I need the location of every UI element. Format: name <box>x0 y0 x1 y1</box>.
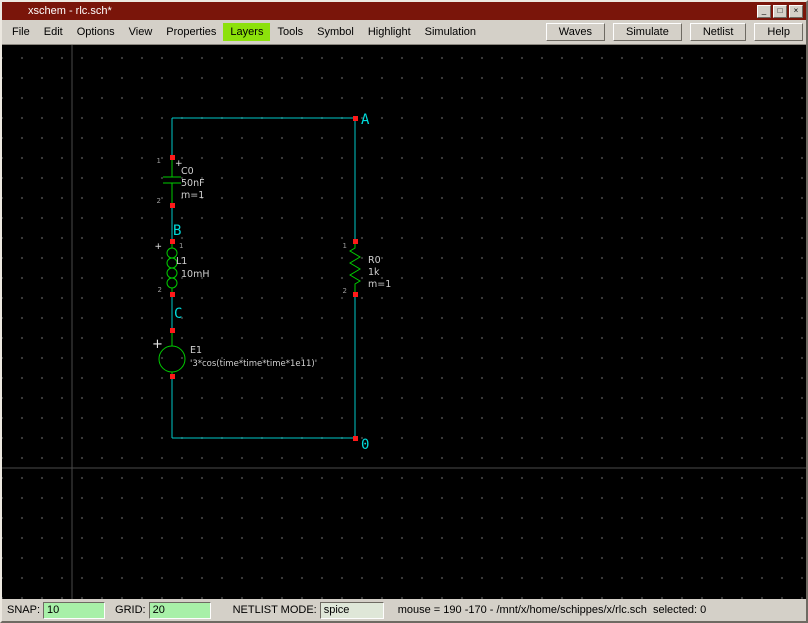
capacitor-value: 50nF <box>181 178 205 189</box>
minimize-icon: _ <box>762 7 766 15</box>
inductor-l1[interactable]: + 1 2 L1 10mH <box>154 241 209 294</box>
resistor-symbol <box>350 241 360 294</box>
inductor-plus-sign: + <box>154 242 162 252</box>
node-label-a[interactable]: A <box>361 112 370 128</box>
inductor-pin2-number: 2 <box>158 286 162 294</box>
pin-square <box>353 436 358 441</box>
capacitor-pin1-number: 1 <box>157 157 161 165</box>
capacitor-c0[interactable]: 1 + 2 C0 50nF m=1 <box>157 157 205 205</box>
node-label-b[interactable]: B <box>173 223 181 239</box>
node-label-gnd[interactable]: 0 <box>361 437 369 453</box>
resistor-pin2-number: 2 <box>343 287 347 295</box>
grid-input[interactable] <box>149 602 211 619</box>
pin-square <box>170 239 175 244</box>
capacitor-mult: m=1 <box>181 190 204 201</box>
menu-layers[interactable]: Layers <box>223 23 270 41</box>
source-e1[interactable]: + E1 '3*cos(time*time*time*1e11)' <box>152 330 317 376</box>
netlist-button[interactable]: Netlist <box>690 23 747 41</box>
inductor-pin1-number: 1 <box>179 242 183 250</box>
schematic-canvas[interactable]: 1 + 2 C0 50nF m=1 + 1 2 L1 10mH <box>2 45 806 599</box>
pin-square <box>353 239 358 244</box>
resistor-mult: m=1 <box>368 279 391 290</box>
source-value: '3*cos(time*time*time*1e11)' <box>190 359 317 369</box>
menu-view[interactable]: View <box>122 23 160 41</box>
pin-square <box>170 328 175 333</box>
menu-simulation[interactable]: Simulation <box>418 23 483 41</box>
menu-highlight[interactable]: Highlight <box>361 23 418 41</box>
pin-square <box>353 292 358 297</box>
simulate-button[interactable]: Simulate <box>613 23 682 41</box>
inductor-coil-3 <box>167 268 177 278</box>
resistor-value: 1k <box>368 267 380 278</box>
minimize-button[interactable]: _ <box>757 5 771 18</box>
close-icon: × <box>794 7 799 15</box>
source-ref: E1 <box>190 345 202 356</box>
pin-square <box>170 155 175 160</box>
capacitor-ref: C0 <box>181 166 194 177</box>
statusbar: SNAP: GRID: NETLIST MODE: mouse = 190 -1… <box>2 599 806 621</box>
netlist-mode-input[interactable] <box>320 602 384 619</box>
maximize-icon: □ <box>778 7 783 15</box>
waves-button[interactable]: Waves <box>546 23 605 41</box>
maximize-button[interactable]: □ <box>773 5 787 18</box>
mouse-status-text: mouse = 190 -170 - /mnt/x/home/schippes/… <box>398 604 706 616</box>
menu-options[interactable]: Options <box>70 23 122 41</box>
node-label-c[interactable]: C <box>174 306 182 322</box>
menu-properties[interactable]: Properties <box>159 23 223 41</box>
resistor-r0[interactable]: 1 2 R0 1k m=1 <box>343 241 392 295</box>
menu-symbol[interactable]: Symbol <box>310 23 361 41</box>
source-plus-sign: + <box>152 337 163 352</box>
help-button[interactable]: Help <box>754 23 803 41</box>
grid-label: GRID: <box>115 604 146 616</box>
pin-square <box>353 116 358 121</box>
menu-file[interactable]: File <box>5 23 37 41</box>
pin-square <box>170 292 175 297</box>
snap-label: SNAP: <box>7 604 40 616</box>
inductor-coil-4 <box>167 278 177 288</box>
menubar: File Edit Options View Properties Layers… <box>2 20 806 45</box>
window-title: xschem - rlc.sch* <box>28 5 757 17</box>
menu-edit[interactable]: Edit <box>37 23 70 41</box>
titlebar[interactable]: xschem - rlc.sch* _ □ × <box>2 2 806 20</box>
resistor-pin1-number: 1 <box>343 242 347 250</box>
pin-square <box>170 374 175 379</box>
window-controls: _ □ × <box>757 5 803 18</box>
inductor-ref: L1 <box>176 256 187 267</box>
snap-input[interactable] <box>43 602 105 619</box>
close-button[interactable]: × <box>789 5 803 18</box>
xschem-window: xschem - rlc.sch* _ □ × File Edit Option… <box>0 0 808 623</box>
menu-tools[interactable]: Tools <box>270 23 310 41</box>
inductor-value: 10mH <box>181 269 210 280</box>
pin-square <box>170 203 175 208</box>
netlist-mode-label: NETLIST MODE: <box>233 604 317 616</box>
schematic-svg: 1 + 2 C0 50nF m=1 + 1 2 L1 10mH <box>2 45 806 599</box>
resistor-ref: R0 <box>368 255 381 266</box>
capacitor-pin2-number: 2 <box>157 197 161 205</box>
